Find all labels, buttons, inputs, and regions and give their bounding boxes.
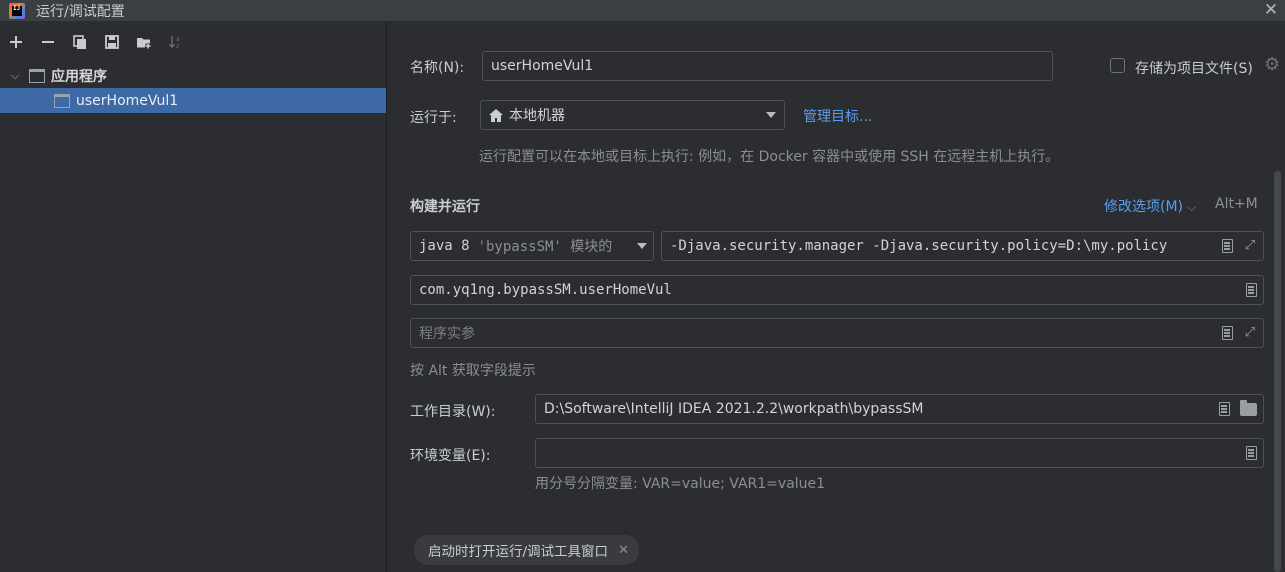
modify-options-shortcut: Alt+M: [1215, 196, 1258, 212]
workdir-label: 工作目录(W):: [410, 404, 496, 420]
config-form-panel: 名称(N): userHomeVul1 存储为项目文件(S) ⚙ 运行于: 本地…: [388, 21, 1285, 572]
env-input[interactable]: [535, 438, 1264, 468]
save-icon[interactable]: [104, 34, 120, 50]
run-on-hint: 运行配置可以在本地或目标上执行: 例如，在 Docker 容器中或使用 SSH …: [479, 149, 1060, 165]
tree-item-label: userHomeVul1: [76, 92, 179, 109]
add-icon[interactable]: [8, 34, 24, 50]
vm-options-value: -Djava.security.manager -Djava.security.…: [670, 238, 1168, 254]
field-actions: [1246, 439, 1257, 467]
field-actions: [1246, 276, 1257, 304]
expand-icon[interactable]: ⤢: [1243, 326, 1257, 340]
window-title: 运行/调试配置: [36, 3, 125, 20]
home-icon: [489, 108, 503, 122]
workdir-value: D:\Software\IntelliJ IDEA 2021.2.2\workp…: [544, 401, 924, 417]
vm-options-input[interactable]: -Djava.security.manager -Djava.security.…: [661, 231, 1264, 261]
chevron-down-icon: [766, 112, 776, 118]
chevron-down-icon[interactable]: ⌵: [9, 69, 21, 83]
tree-group-label: 应用程序: [51, 68, 107, 85]
svg-text:z: z: [176, 43, 179, 50]
env-label: 环境变量(E):: [410, 448, 491, 464]
application-icon: [54, 93, 70, 108]
store-as-project-checkbox[interactable]: [1110, 58, 1125, 73]
chip-label: 启动时打开运行/调试工具窗口: [428, 544, 609, 560]
open-tool-window-chip[interactable]: 启动时打开运行/调试工具窗口 ✕: [414, 535, 639, 565]
run-on-value: 本地机器: [509, 108, 565, 124]
program-args-input[interactable]: 程序实参 ⤢: [410, 318, 1264, 348]
name-value: userHomeVul1: [491, 58, 594, 74]
document-icon[interactable]: [1246, 446, 1257, 460]
modify-options-label: 修改选项(M): [1104, 199, 1184, 215]
title-bar: IJ 运行/调试配置 ✕: [0, 0, 1285, 21]
expand-icon[interactable]: ⤢: [1243, 239, 1257, 253]
alt-hint: 按 Alt 获取字段提示: [410, 363, 536, 379]
jre-module: 'bypassSM' 模块的: [477, 239, 613, 255]
close-icon[interactable]: ✕: [618, 543, 629, 558]
document-icon[interactable]: [1222, 239, 1233, 253]
modify-options-link[interactable]: 修改选项(M) ⌵: [1104, 196, 1196, 216]
tree-group-application[interactable]: ⌵ 应用程序: [0, 63, 386, 88]
chevron-down-icon: [637, 243, 647, 249]
application-icon: [29, 68, 45, 83]
store-as-project-label: 存储为项目文件(S): [1135, 61, 1253, 77]
main-class-input[interactable]: com.yq1ng.bypassSM.userHomeVul: [410, 275, 1264, 305]
chevron-down-icon: ⌵: [1187, 201, 1196, 214]
document-icon[interactable]: [1246, 283, 1257, 297]
tree-item-userhomevul1[interactable]: userHomeVul1: [0, 88, 386, 113]
field-actions: ⤢: [1216, 232, 1257, 260]
remove-icon[interactable]: [40, 34, 56, 50]
copy-icon[interactable]: [72, 34, 88, 50]
sort-icon: az: [168, 34, 184, 50]
field-actions: [1219, 395, 1257, 423]
program-args-placeholder: 程序实参: [419, 326, 475, 342]
name-label: 名称(N):: [410, 60, 465, 76]
close-icon[interactable]: ✕: [1263, 0, 1279, 20]
document-icon[interactable]: [1219, 402, 1230, 416]
env-hint: 用分号分隔变量: VAR=value; VAR1=value1: [535, 476, 826, 492]
jre-select[interactable]: java 8 'bypassSM' 模块的: [410, 231, 654, 261]
name-input[interactable]: userHomeVul1: [482, 51, 1053, 81]
run-on-label: 运行于:: [410, 110, 457, 126]
main-class-value: com.yq1ng.bypassSM.userHomeVul: [419, 282, 672, 298]
new-folder-icon[interactable]: [136, 34, 152, 50]
tree-toolbar: az: [0, 21, 386, 63]
jre-prefix: java 8: [419, 238, 470, 254]
gear-icon[interactable]: ⚙: [1264, 54, 1280, 75]
svg-text:a: a: [176, 36, 180, 43]
build-run-heading: 构建并运行: [410, 199, 480, 215]
config-tree-panel: az ⌵ 应用程序 userHomeVul1: [0, 21, 387, 572]
manage-targets-link[interactable]: 管理目标...: [803, 106, 872, 126]
folder-icon[interactable]: [1240, 399, 1257, 416]
document-icon[interactable]: [1222, 326, 1233, 340]
workdir-input[interactable]: D:\Software\IntelliJ IDEA 2021.2.2\workp…: [535, 394, 1264, 424]
scrollbar[interactable]: [1274, 171, 1281, 572]
run-on-select[interactable]: 本地机器: [480, 100, 785, 130]
field-actions: ⤢: [1222, 319, 1257, 347]
intellij-logo-icon: IJ: [9, 2, 25, 19]
